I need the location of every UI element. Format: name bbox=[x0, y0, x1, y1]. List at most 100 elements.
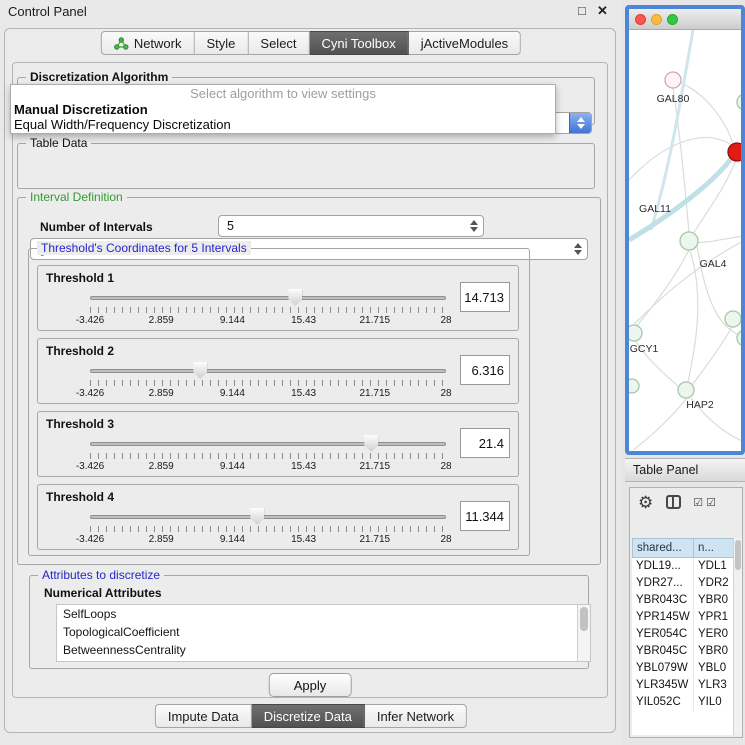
slider-track[interactable] bbox=[90, 442, 446, 446]
network-node bbox=[629, 379, 639, 393]
bottom-tab-bar: Impute Data Discretize Data Infer Networ… bbox=[155, 704, 467, 728]
threshold-label: Threshold 4 bbox=[46, 490, 114, 504]
float-window-icon[interactable]: □ bbox=[578, 3, 586, 18]
table-row[interactable]: YIL052CYIL0 bbox=[632, 694, 742, 711]
tab-cyni-toolbox[interactable]: Cyni Toolbox bbox=[310, 31, 409, 55]
slider-thumb[interactable] bbox=[193, 362, 207, 379]
threshold-value-field[interactable] bbox=[460, 428, 510, 458]
slider-scale: -3.426 2.859 9.144 15.43 21.715 28 bbox=[90, 315, 446, 327]
threshold-value-field[interactable] bbox=[460, 282, 510, 312]
show-column-checkbox-icon[interactable]: ☑ bbox=[693, 496, 704, 509]
tick-label: 9.144 bbox=[220, 315, 245, 326]
tick-label: 21.715 bbox=[360, 534, 391, 545]
numerical-attributes-list[interactable]: SelfLoops TopologicalCoefficient Between… bbox=[56, 604, 591, 662]
combobox-arrows-icon[interactable] bbox=[465, 220, 483, 232]
group-title: Threshold's Coordinates for 5 Intervals bbox=[37, 241, 251, 255]
apply-button[interactable]: Apply bbox=[269, 673, 352, 697]
thresholds-group: Threshold's Coordinates for 5 Intervals … bbox=[28, 248, 530, 556]
slider-track[interactable] bbox=[90, 369, 446, 373]
tab-label: Style bbox=[207, 36, 236, 51]
zoom-traffic-light-icon[interactable] bbox=[667, 14, 678, 25]
group-title: Interval Definition bbox=[26, 190, 127, 204]
tick-label: -3.426 bbox=[76, 461, 104, 472]
threshold-slider[interactable]: -3.426 2.859 9.144 15.43 21.715 28 bbox=[90, 288, 446, 330]
table-row[interactable]: YBR043CYBR0 bbox=[632, 592, 742, 609]
intervals-combobox[interactable]: 5 bbox=[218, 215, 484, 237]
tab-label: Network bbox=[134, 36, 182, 51]
show-column-checkbox-icon[interactable]: ☑ bbox=[706, 496, 717, 509]
table-rows: YDL19...YDL1 YDR27...YDR2 YBR043CYBR0 YP… bbox=[632, 558, 742, 735]
tab-select[interactable]: Select bbox=[248, 31, 309, 55]
close-traffic-light-icon[interactable] bbox=[635, 14, 646, 25]
node-label: GAL4 bbox=[700, 258, 727, 270]
slider-track[interactable] bbox=[90, 296, 446, 300]
threshold-value-field[interactable] bbox=[460, 355, 510, 385]
close-icon[interactable]: ✕ bbox=[597, 3, 608, 19]
columns-icon[interactable] bbox=[666, 495, 681, 509]
table-scrollbar[interactable] bbox=[733, 538, 742, 735]
scrollbar-thumb[interactable] bbox=[580, 607, 588, 631]
threshold-value-field[interactable] bbox=[460, 501, 510, 531]
table-row[interactable]: YLR345WYLR3 bbox=[632, 677, 742, 694]
table-row[interactable]: YDL19...YDL1 bbox=[632, 558, 742, 575]
dropdown-item-manual-discretization[interactable]: Manual Discretization bbox=[11, 102, 555, 117]
network-canvas[interactable]: GAL80 GAL11 GAL4 GCY1 HAP2 bbox=[629, 30, 741, 451]
tab-label: Discretize Data bbox=[264, 709, 352, 724]
table-row[interactable]: YBR045CYBR0 bbox=[632, 643, 742, 660]
tab-discretize-data[interactable]: Discretize Data bbox=[252, 704, 365, 728]
tick-label: 9.144 bbox=[220, 461, 245, 472]
scrollbar-thumb[interactable] bbox=[735, 540, 741, 570]
tab-jactivemodules[interactable]: jActiveModules bbox=[409, 31, 521, 55]
node-label: GAL11 bbox=[639, 203, 671, 215]
tick-label: 2.859 bbox=[149, 534, 174, 545]
threshold-panel-1: Threshold 1 -3.426 2.859 9.144 15.43 21.… bbox=[37, 265, 519, 331]
threshold-label: Threshold 2 bbox=[46, 344, 114, 358]
group-title: Attributes to discretize bbox=[38, 568, 164, 582]
table-row[interactable]: YPR145WYPR1 bbox=[632, 609, 742, 626]
tab-network[interactable]: Network bbox=[101, 31, 195, 55]
dropdown-item-equal-width-frequency[interactable]: Equal Width/Frequency Discretization bbox=[11, 117, 555, 132]
algorithm-dropdown-popup: Select algorithm to view settings Manual… bbox=[10, 84, 556, 134]
network-node-selected bbox=[728, 143, 745, 161]
slider-ticks bbox=[90, 380, 446, 386]
slider-track[interactable] bbox=[90, 515, 446, 519]
list-item[interactable]: TopologicalCoefficient bbox=[57, 623, 590, 641]
control-panel: Control Panel □ ✕ Network Style Select C… bbox=[0, 0, 622, 745]
tick-label: 2.859 bbox=[149, 388, 174, 399]
tab-impute-data[interactable]: Impute Data bbox=[155, 704, 252, 728]
app-root: Control Panel □ ✕ Network Style Select C… bbox=[0, 0, 745, 745]
combobox-arrows-icon[interactable] bbox=[569, 113, 591, 133]
panel-title: Control Panel bbox=[8, 4, 87, 19]
threshold-slider[interactable]: -3.426 2.859 9.144 15.43 21.715 28 bbox=[90, 361, 446, 403]
list-item[interactable]: SelfLoops bbox=[57, 605, 590, 623]
tab-label: Infer Network bbox=[377, 709, 454, 724]
table-row[interactable]: YER054CYER0 bbox=[632, 626, 742, 643]
table-panel-title: Table Panel bbox=[633, 463, 698, 477]
tab-style[interactable]: Style bbox=[195, 31, 249, 55]
tick-label: 21.715 bbox=[360, 461, 391, 472]
slider-thumb[interactable] bbox=[250, 508, 264, 525]
table-row[interactable]: YBL079WYBL0 bbox=[632, 660, 742, 677]
column-header-shared-name[interactable]: shared... bbox=[632, 538, 694, 558]
slider-thumb[interactable] bbox=[364, 435, 378, 452]
slider-thumb[interactable] bbox=[288, 289, 302, 306]
table-panel-header: Table Panel bbox=[625, 458, 745, 482]
tab-label: jActiveModules bbox=[421, 36, 508, 51]
network-node bbox=[665, 72, 681, 88]
gear-icon[interactable]: ⚙ bbox=[638, 494, 653, 511]
interval-definition-group: Interval Definition Number of Intervals … bbox=[17, 197, 601, 565]
combobox-value: 5 bbox=[219, 219, 465, 233]
tick-label: -3.426 bbox=[76, 388, 104, 399]
list-scrollbar[interactable] bbox=[577, 605, 590, 661]
list-item[interactable]: BetweennessCentrality bbox=[57, 641, 590, 659]
threshold-slider[interactable]: -3.426 2.859 9.144 15.43 21.715 28 bbox=[90, 507, 446, 549]
table-data-group: Table Data galFiltered.sif default node bbox=[17, 143, 595, 189]
tab-infer-network[interactable]: Infer Network bbox=[365, 704, 467, 728]
network-window-titlebar[interactable] bbox=[629, 9, 741, 30]
threshold-slider[interactable]: -3.426 2.859 9.144 15.43 21.715 28 bbox=[90, 434, 446, 476]
discretize-data-panel: Discretization Algorithm Table Data galF… bbox=[12, 62, 608, 698]
minimize-traffic-light-icon[interactable] bbox=[651, 14, 662, 25]
slider-scale: -3.426 2.859 9.144 15.43 21.715 28 bbox=[90, 534, 446, 546]
table-row[interactable]: YDR27...YDR2 bbox=[632, 575, 742, 592]
tab-label: Impute Data bbox=[168, 709, 239, 724]
